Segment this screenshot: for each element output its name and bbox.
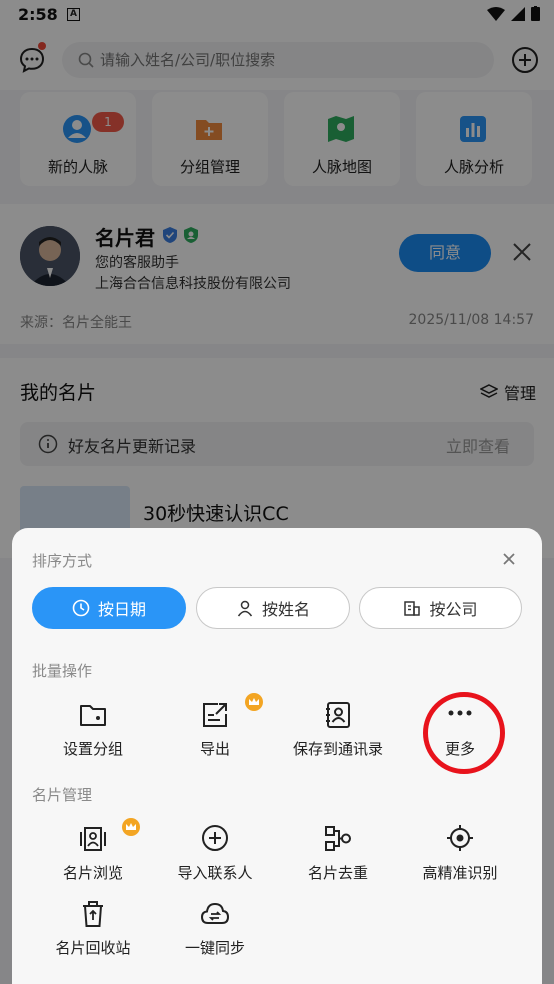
building-icon: [404, 601, 421, 616]
clock-icon: [72, 599, 90, 617]
action-label: 设置分组: [62, 740, 123, 758]
cloud-sync-icon: [200, 902, 230, 924]
folder-icon: [80, 705, 106, 726]
one-click-sync-action[interactable]: 一键同步: [150, 899, 280, 969]
action-label: 名片去重: [307, 864, 368, 882]
vip-crown-icon: [245, 693, 263, 711]
action-label: 名片浏览: [62, 864, 123, 882]
contact-book-icon: [326, 702, 350, 728]
sort-label: 按公司: [429, 600, 478, 619]
target-icon: [447, 825, 473, 851]
plus-circle-icon: [202, 825, 228, 851]
sort-label: 按姓名: [261, 600, 310, 619]
sort-label: 按日期: [97, 600, 146, 619]
recycle-bin-action[interactable]: 名片回收站: [28, 899, 158, 969]
sort-by-company-button[interactable]: 按公司: [359, 587, 522, 629]
action-label: 导出: [199, 740, 230, 758]
action-label: 名片回收站: [55, 939, 131, 957]
batch-section-title: 批量操作: [32, 662, 93, 680]
close-icon[interactable]: [500, 550, 518, 568]
precise-recognition-action[interactable]: 高精准识别: [395, 824, 525, 894]
import-contacts-action[interactable]: 导入联系人: [150, 824, 280, 894]
set-group-action[interactable]: 设置分组: [28, 700, 158, 770]
action-label: 一键同步: [184, 939, 245, 957]
vip-crown-icon: [122, 818, 140, 836]
action-label: 导入联系人: [177, 864, 253, 882]
card-browse-icon: [80, 827, 106, 851]
manage-section-title: 名片管理: [32, 786, 93, 804]
highlight-ring: [423, 692, 505, 774]
dedupe-icon: [325, 826, 351, 851]
sort-by-date-button[interactable]: 按日期: [32, 587, 186, 629]
sort-by-name-button[interactable]: 按姓名: [196, 587, 350, 629]
person-icon: [237, 600, 253, 617]
action-label: 保存到通讯录: [292, 740, 383, 758]
sort-and-actions-sheet: 排序方式 按日期 按姓名 按公司 批量操作 设置分组 导出 保存到通讯录 更多 …: [12, 528, 542, 984]
action-label: 高精准识别: [422, 864, 498, 882]
trash-icon: [83, 901, 103, 927]
dedupe-action[interactable]: 名片去重: [273, 824, 403, 894]
save-to-contacts-action[interactable]: 保存到通讯录: [273, 700, 403, 770]
sort-section-title: 排序方式: [32, 552, 93, 570]
export-icon: [203, 703, 227, 727]
